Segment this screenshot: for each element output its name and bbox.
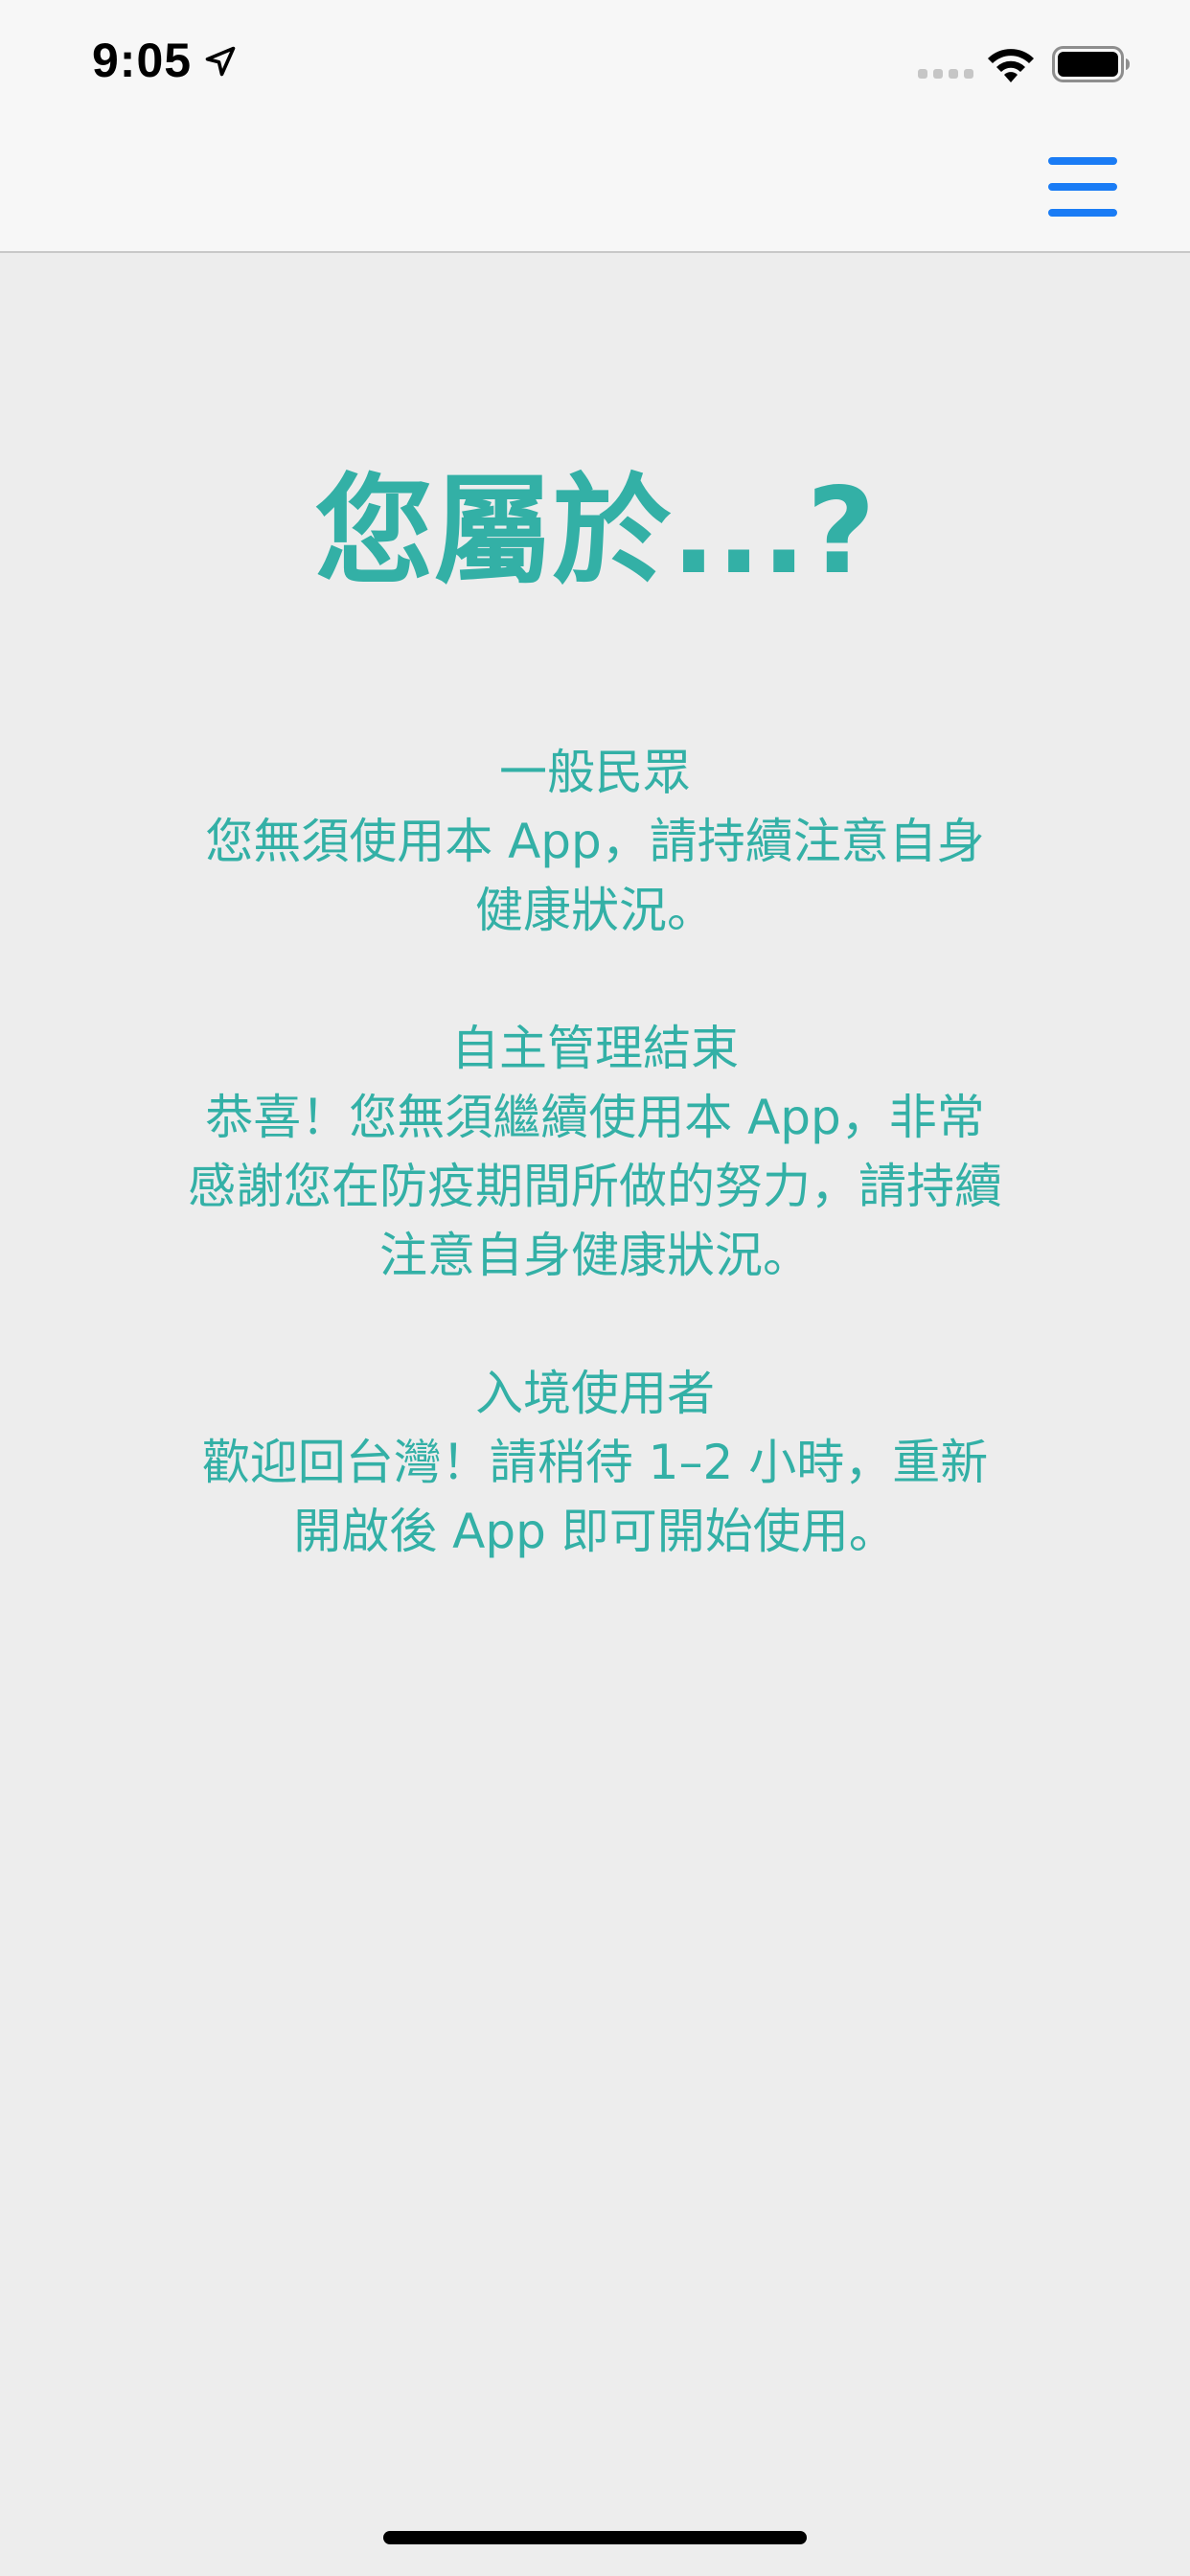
location-arrow-icon: [205, 46, 236, 77]
section-title: 自主管理結束: [451, 1021, 739, 1076]
wifi-icon: [988, 49, 1034, 82]
section-description: 您無須使用本 App，請持續注意自身健康狀況。: [205, 814, 985, 938]
hamburger-line: [1048, 183, 1117, 191]
menu-button[interactable]: [1044, 153, 1121, 222]
section-general-public: 一般民眾 您無須使用本 App，請持續注意自身健康狀況。: [182, 738, 1008, 945]
user-type-list: 一般民眾 您無須使用本 App，請持續注意自身健康狀況。 自主管理結束 恭喜！您…: [182, 738, 1008, 1635]
section-description: 恭喜！您無須繼續使用本 App，非常感謝您在防疫期間所做的努力，請持續注意自身健…: [188, 1090, 1002, 1283]
hamburger-line: [1048, 157, 1117, 165]
section-description: 歡迎回台灣！請稍待 1–2 小時，重新開啟後 App 即可開始使用。: [201, 1435, 989, 1559]
section-arrival-user: 入境使用者 歡迎回台灣！請稍待 1–2 小時，重新開啟後 App 即可開始使用。: [182, 1359, 1008, 1566]
battery-icon: [1052, 46, 1130, 82]
section-title: 一般民眾: [499, 745, 691, 800]
hamburger-line: [1048, 209, 1117, 217]
status-time: 9:05: [92, 34, 193, 87]
section-title: 入境使用者: [475, 1366, 715, 1421]
top-bar: 9:05: [0, 0, 1190, 253]
signal-icon: [918, 69, 973, 79]
home-indicator[interactable]: [383, 2531, 807, 2544]
section-self-management-ended: 自主管理結束 恭喜！您無須繼續使用本 App，非常感謝您在防疫期間所做的努力，請…: [182, 1014, 1008, 1290]
page-title: 您屬於...?: [314, 463, 876, 601]
